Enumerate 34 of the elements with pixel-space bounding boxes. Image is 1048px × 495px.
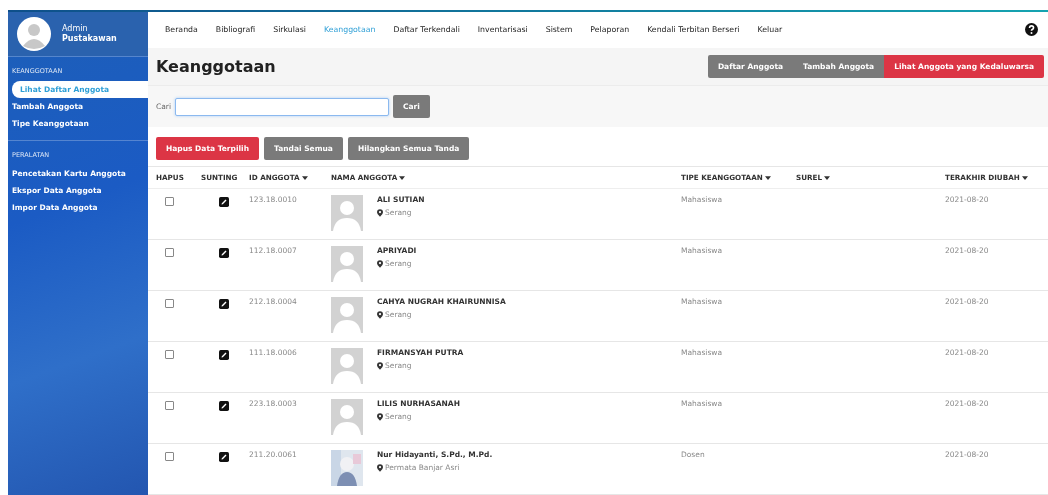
checkbox[interactable] [165, 197, 174, 206]
user-name: Admin [62, 23, 89, 34]
user-role: Pustakawan [62, 34, 117, 45]
edit-icon[interactable] [219, 401, 229, 411]
location-pin-icon [377, 310, 383, 319]
location-pin-icon [377, 259, 383, 268]
sort-caret-icon[interactable] [399, 175, 406, 180]
avatar-placeholder-icon [331, 297, 363, 333]
edit-icon[interactable] [219, 197, 229, 207]
checkbox[interactable] [165, 401, 174, 410]
edit-icon[interactable] [219, 248, 229, 258]
sort-caret-icon[interactable] [824, 175, 831, 180]
avatar-icon [16, 16, 52, 52]
sort-caret-icon[interactable] [764, 175, 771, 180]
page-title: Keanggotaan [156, 56, 276, 76]
location-pin-icon [377, 361, 383, 370]
avatar-placeholder-icon [331, 195, 363, 231]
help-icon[interactable] [1025, 23, 1038, 37]
checkbox[interactable] [165, 248, 174, 257]
avatar-placeholder-icon [331, 246, 363, 282]
sort-caret-icon[interactable] [301, 175, 308, 180]
checkbox[interactable] [165, 452, 174, 461]
location-pin-icon [377, 463, 383, 472]
edit-icon[interactable] [219, 299, 229, 309]
checkbox[interactable] [165, 299, 174, 308]
avatar-placeholder-icon [331, 348, 363, 384]
checkbox[interactable] [165, 350, 174, 359]
sort-caret-icon[interactable] [1021, 175, 1028, 180]
location-pin-icon [377, 412, 383, 421]
edit-icon[interactable] [219, 350, 229, 360]
location-pin-icon [377, 208, 383, 217]
avatar-placeholder-icon [331, 399, 363, 435]
edit-icon[interactable] [219, 452, 229, 462]
search-field[interactable] [175, 97, 389, 116]
